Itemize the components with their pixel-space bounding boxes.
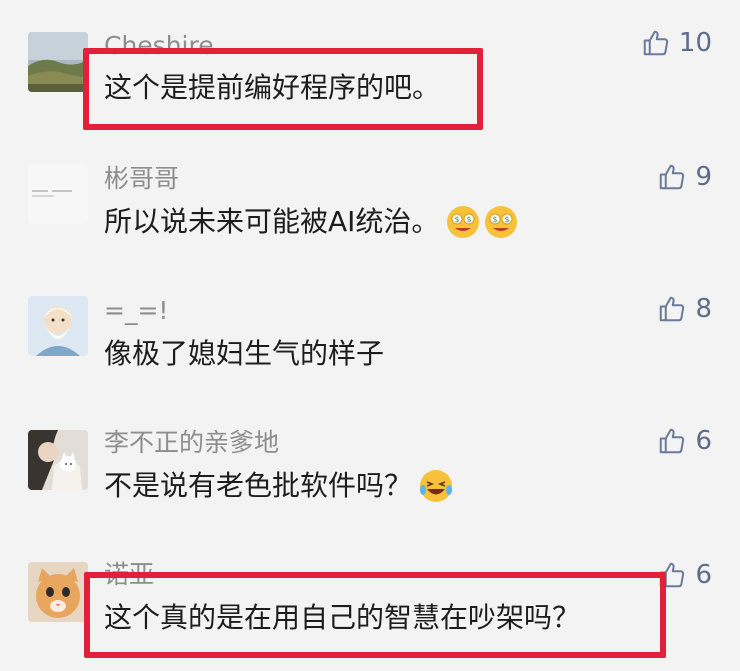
like-count: 10	[678, 28, 712, 58]
comment-text-body: 像极了媳妇生气的样子	[104, 337, 385, 370]
like-button[interactable]: 10	[641, 28, 712, 58]
comment-text-body: 所以说未来可能被AI统治。	[104, 205, 440, 238]
like-button[interactable]: 6	[657, 426, 712, 456]
thumbs-up-icon	[660, 296, 685, 322]
like-button[interactable]: 9	[657, 162, 712, 192]
like-count: 6	[695, 426, 712, 456]
comment-text-body: 不是说有老色批软件吗？	[104, 469, 413, 502]
user-avatar[interactable]	[28, 164, 88, 224]
like-button[interactable]: 8	[657, 294, 712, 324]
user-avatar[interactable]	[28, 32, 88, 92]
document-avatar	[28, 164, 88, 224]
orange-cat-avatar	[28, 562, 88, 622]
svg-text:$: $	[505, 215, 510, 224]
username[interactable]: 彬哥哥	[104, 164, 179, 194]
landscape-avatar	[28, 32, 88, 92]
svg-text:$: $	[455, 215, 460, 224]
laughing-tears-emoji	[418, 468, 454, 504]
thumbs-up-icon	[660, 164, 685, 190]
username[interactable]: =_=!	[104, 296, 168, 326]
user-avatar[interactable]	[28, 430, 88, 490]
money-face-emoji: $ $	[483, 204, 519, 240]
svg-text:$: $	[467, 215, 472, 224]
like-count: 6	[695, 560, 712, 590]
highlight-box	[84, 572, 666, 658]
cartoon-sage-avatar	[28, 296, 88, 356]
cat-and-person-avatar	[28, 430, 88, 490]
comment-text: 所以说未来可能被AI统治。 $ $ $ $	[104, 204, 519, 240]
thumbs-up-icon	[643, 30, 669, 56]
like-count: 8	[695, 294, 712, 324]
like-count: 9	[695, 162, 712, 192]
thumbs-up-icon	[660, 428, 685, 454]
comment-text: 不是说有老色批软件吗？	[104, 468, 454, 504]
username[interactable]: 李不正的亲爹地	[104, 428, 279, 458]
svg-text:$: $	[493, 215, 498, 224]
highlight-box	[83, 48, 483, 130]
money-face-emoji: $ $	[445, 204, 481, 240]
user-avatar[interactable]	[28, 562, 88, 622]
comment-text: 像极了媳妇生气的样子	[104, 336, 384, 372]
user-avatar[interactable]	[28, 296, 88, 356]
